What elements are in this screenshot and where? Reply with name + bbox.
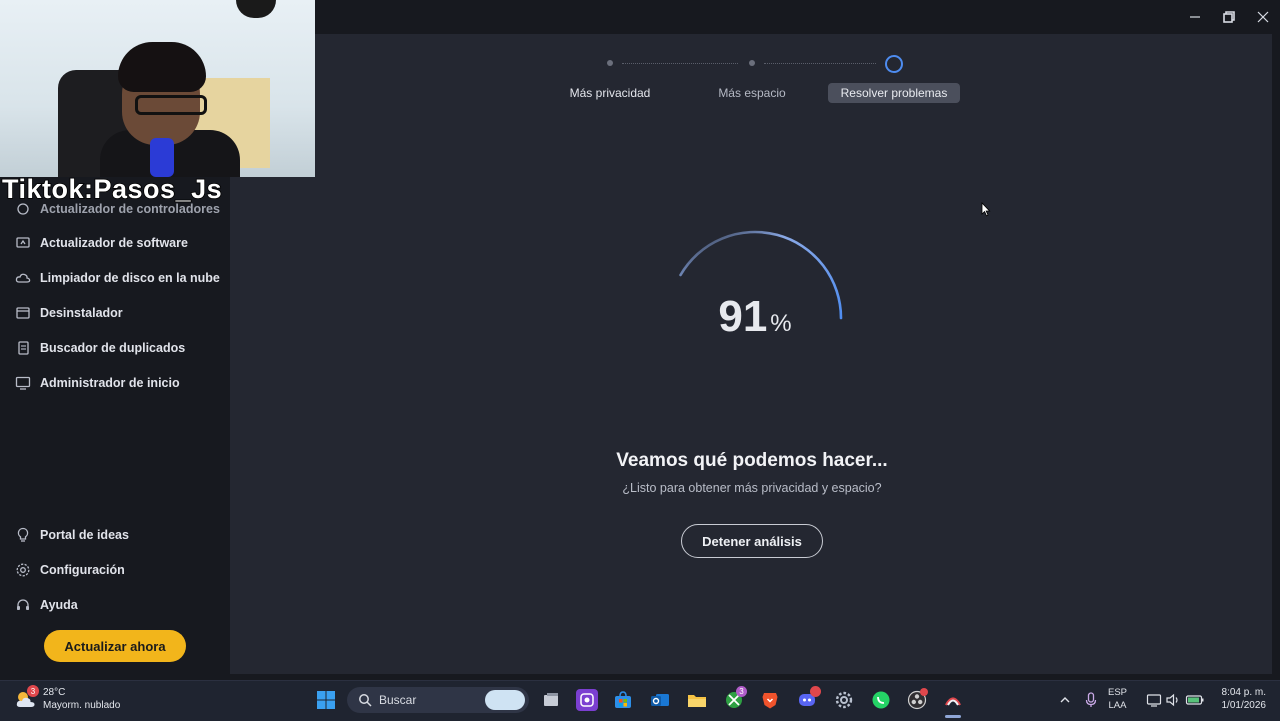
language-line-1: ESP <box>1108 687 1128 698</box>
taskbar-app-photo[interactable] <box>576 689 598 711</box>
store-icon <box>615 691 631 708</box>
taskbar-app-store[interactable] <box>612 689 634 711</box>
sidebar-item-settings[interactable]: Configuración <box>14 559 125 581</box>
search-icon <box>359 694 372 707</box>
close-icon <box>1257 11 1269 23</box>
discord-notification-dot <box>810 686 821 697</box>
settings-gear-icon <box>835 691 853 709</box>
taskbar-app-brave[interactable] <box>759 689 781 711</box>
sidebar-item-software-updater[interactable]: Actualizador de software <box>14 232 188 254</box>
step-3-ring <box>885 55 903 73</box>
sidebar-item-cloud-cleaner[interactable]: Limpiador de disco en la nube <box>14 267 220 289</box>
mouse-cursor-icon <box>981 202 991 217</box>
step-2-dot <box>749 60 755 66</box>
close-button[interactable] <box>1246 0 1280 34</box>
sidebar-item-label: Actualizador de controladores <box>40 202 220 216</box>
sidebar-item-label: Portal de ideas <box>40 528 129 542</box>
sidebar-item-label: Administrador de inicio <box>40 376 180 390</box>
taskbar-app-explorer[interactable] <box>686 689 708 711</box>
window-controls <box>1178 0 1280 34</box>
progress-value: 91 <box>718 292 768 341</box>
taskbar-app-settings[interactable] <box>833 689 855 711</box>
search-highlight-image <box>485 690 525 710</box>
microphone-button[interactable] <box>1080 689 1102 711</box>
sidebar-item-uninstaller[interactable]: Desinstalador <box>14 302 123 324</box>
sidebar-item-label: Actualizador de software <box>40 236 188 250</box>
watermark-text: Tiktok:Pasos_Js <box>1 174 223 204</box>
upgrade-button[interactable]: Actualizar ahora <box>44 630 186 662</box>
monitor-icon <box>14 374 32 392</box>
webcam-overlay <box>0 0 315 177</box>
chevron-up-icon <box>1060 697 1070 703</box>
scan-headline: Veamos qué podemos hacer... <box>616 450 888 471</box>
uninstall-icon <box>14 304 32 322</box>
volume-icon <box>1166 693 1178 707</box>
sidebar-item-label: Buscador de duplicados <box>40 341 186 355</box>
step-label-resolve: Resolver problemas <box>828 83 960 103</box>
help-icon <box>14 596 32 614</box>
clock-time: 8:04 p. m. <box>1221 687 1266 698</box>
step-connector <box>764 63 876 64</box>
folder-icon <box>688 695 706 707</box>
weather-badge: 3 <box>27 685 39 697</box>
sidebar-item-startup-manager[interactable]: Administrador de inicio <box>14 372 180 394</box>
step-connector <box>622 63 738 64</box>
start-button[interactable] <box>315 689 337 711</box>
battery-icon <box>1185 695 1204 705</box>
weather-temp: 28°C <box>43 687 66 698</box>
progress-percent: 91 % <box>700 292 810 342</box>
outlook-icon <box>651 694 669 706</box>
taskbar-app-outlook[interactable] <box>649 689 671 711</box>
step-1-dot <box>607 60 613 66</box>
sidebar-item-label: Ayuda <box>40 598 78 612</box>
app-icon <box>580 693 594 707</box>
cleaner-app-icon <box>945 697 961 706</box>
lightbulb-icon <box>14 526 32 544</box>
search-placeholder: Buscar <box>379 693 417 707</box>
battery-button[interactable] <box>1184 689 1206 711</box>
taskbar-app-cleaner[interactable] <box>942 689 964 711</box>
sidebar-item-label: Desinstalador <box>40 306 123 320</box>
step-label-privacy: Más privacidad <box>569 86 651 100</box>
language-indicator[interactable]: ESP LAA <box>1108 686 1127 712</box>
weather-icon: 3 <box>14 685 39 711</box>
whatsapp-icon <box>872 691 890 709</box>
brave-icon <box>762 693 778 709</box>
taskbar-app-whatsapp[interactable] <box>870 689 892 711</box>
sidebar-item-label: Configuración <box>40 563 125 577</box>
taskbar-clock[interactable]: 8:04 p. m. 1/01/2026 <box>1222 686 1267 712</box>
obs-recording-dot <box>920 688 928 696</box>
volume-button[interactable] <box>1162 689 1184 711</box>
sidebar-item-help[interactable]: Ayuda <box>14 594 78 616</box>
active-app-indicator <box>945 715 961 718</box>
scan-subline: ¿Listo para obtener más privacidad y esp… <box>622 481 882 495</box>
task-view-icon <box>544 693 558 706</box>
task-view-button[interactable] <box>540 689 562 711</box>
stop-scan-button[interactable]: Detener análisis <box>681 524 823 558</box>
network-icon <box>1146 694 1162 707</box>
restore-icon <box>1223 11 1235 23</box>
weather-desc: Mayorm. nublado <box>43 700 121 711</box>
minimize-button[interactable] <box>1178 0 1212 34</box>
sidebar-item-duplicate-finder[interactable]: Buscador de duplicados <box>14 337 185 359</box>
tray-overflow-button[interactable] <box>1054 689 1076 711</box>
cloud-disk-icon <box>14 269 32 287</box>
gear-icon <box>14 561 32 579</box>
minimize-icon <box>1190 16 1200 18</box>
windows-icon <box>317 691 335 709</box>
sidebar-item-label: Limpiador de disco en la nube <box>40 271 220 285</box>
language-line-2: LAA <box>1108 700 1127 711</box>
clock-date: 1/01/2026 <box>1221 700 1267 711</box>
maximize-button[interactable] <box>1212 0 1246 34</box>
software-update-icon <box>14 234 32 252</box>
sidebar-item-ideas-portal[interactable]: Portal de ideas <box>14 524 129 546</box>
weather-widget[interactable]: 3 28°C Mayorm. nublado <box>14 685 121 712</box>
step-label-space: Más espacio <box>718 86 786 100</box>
microphone-icon <box>1085 692 1097 707</box>
xbox-badge: 3 <box>736 686 747 697</box>
duplicate-icon <box>14 339 32 357</box>
progress-unit: % <box>770 310 792 337</box>
taskbar-search[interactable]: Buscar <box>347 687 529 713</box>
